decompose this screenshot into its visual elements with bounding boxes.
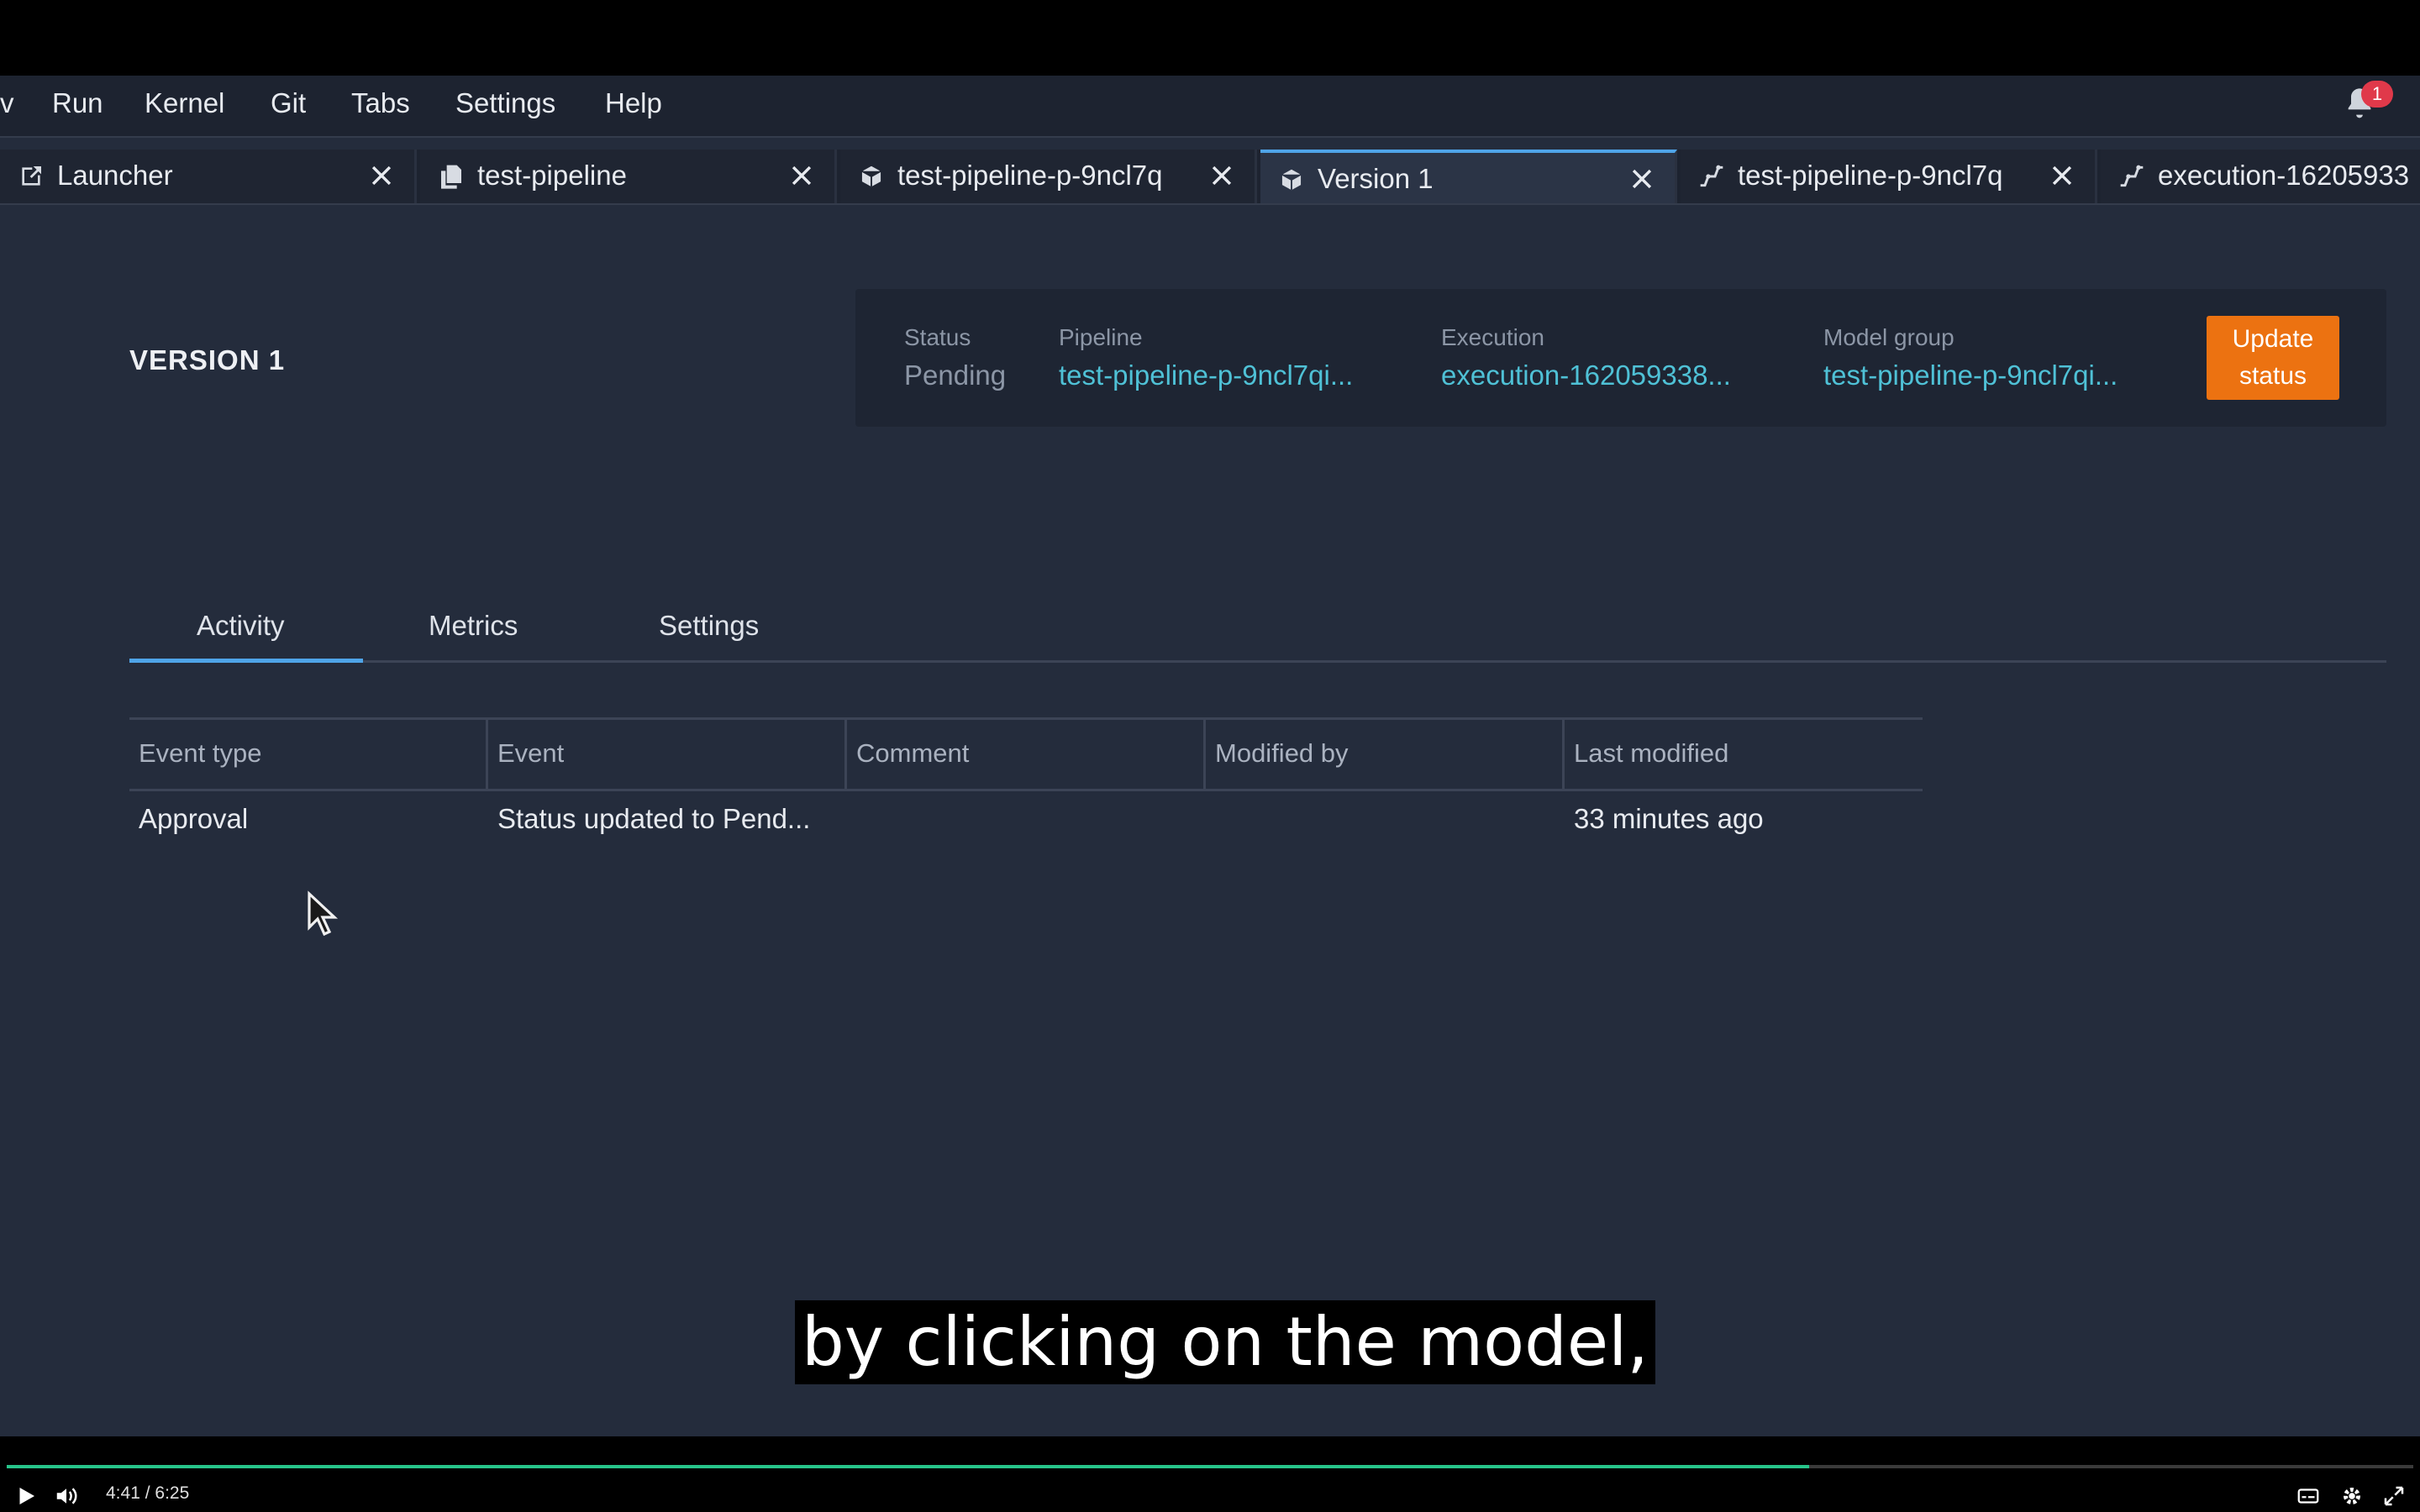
close-icon[interactable] (367, 161, 396, 190)
tab-pipeline-graph[interactable]: test-pipeline-p-9ncl7q (1681, 150, 2097, 203)
time-separator: / (145, 1483, 150, 1503)
menu-settings[interactable]: Settings (455, 87, 555, 119)
fullscreen-icon[interactable] (2381, 1483, 2407, 1509)
cell-last-modified: 33 minutes ago (1574, 803, 1764, 834)
execution-link[interactable]: execution-162059338... (1441, 360, 1731, 391)
column-header-last-modified[interactable]: Last modified (1574, 738, 1728, 769)
launcher-icon (22, 166, 41, 186)
video-progress-fill (7, 1465, 1810, 1468)
duration: 6:25 (155, 1483, 190, 1503)
menu-bar: v Run Kernel Git Tabs Settings Help 1 (0, 76, 2420, 138)
close-icon[interactable] (787, 161, 816, 190)
notification-badge: 1 (2361, 81, 2393, 108)
active-tab-indicator (129, 659, 363, 663)
cube-icon (860, 164, 882, 189)
execution-label: Execution (1441, 324, 1544, 350)
tab-settings[interactable]: Settings (659, 610, 759, 642)
model-group-link[interactable]: test-pipeline-p-9ncl7qi... (1823, 360, 2118, 391)
tab-label: test-pipeline-p-9ncl7q (1738, 160, 2003, 191)
app-window: v Run Kernel Git Tabs Settings Help 1 La… (0, 76, 2420, 1436)
tab-label: execution-16205933 (2158, 160, 2410, 191)
tab-label: test-pipeline-p-9ncl7q (897, 160, 1163, 191)
captions-icon[interactable] (2296, 1483, 2321, 1509)
volume-icon[interactable] (54, 1483, 79, 1509)
column-header-event-type[interactable]: Event type (139, 738, 261, 769)
tab-activity[interactable]: Activity (197, 610, 285, 642)
column-divider[interactable] (1203, 720, 1206, 789)
cell-event: Status updated to Pend... (497, 803, 811, 834)
menu-run[interactable]: Run (52, 87, 103, 119)
tab-version-1[interactable]: Version 1 (1260, 150, 1677, 203)
version-summary-panel: Status Pending Pipeline test-pipeline-p-… (855, 289, 2386, 427)
update-status-button[interactable]: Update status (2207, 316, 2339, 400)
tab-launcher[interactable]: Launcher (0, 150, 417, 203)
column-header-comment[interactable]: Comment (856, 738, 969, 769)
pipeline-link[interactable]: test-pipeline-p-9ncl7qi... (1059, 360, 1353, 391)
close-icon[interactable] (2048, 161, 2076, 190)
tab-label: test-pipeline (477, 160, 627, 191)
play-icon[interactable] (13, 1483, 39, 1509)
tab-label: Version 1 (1318, 163, 1434, 194)
pipeline-label: Pipeline (1059, 324, 1143, 350)
menu-help[interactable]: Help (605, 87, 662, 119)
gear-icon[interactable] (2339, 1483, 2365, 1509)
notifications-button[interactable]: 1 (2343, 81, 2393, 126)
tab-model-package[interactable]: test-pipeline-p-9ncl7q (840, 150, 1257, 203)
tab-test-pipeline[interactable]: test-pipeline (420, 150, 837, 203)
pipeline-icon (2120, 165, 2144, 187)
tab-execution[interactable]: execution-16205933 (2101, 150, 2420, 203)
status-label: Status (904, 324, 971, 350)
close-icon[interactable] (1628, 165, 1656, 193)
close-icon[interactable] (1207, 161, 1236, 190)
column-divider[interactable] (1562, 720, 1565, 789)
tab-bar: Launcher test-pipeline test-pipeline-p-9… (0, 150, 2420, 205)
pipeline-icon (1700, 165, 1723, 187)
model-group-label: Model group (1823, 324, 1954, 350)
page-title: VERSION 1 (129, 344, 286, 375)
column-header-modified-by[interactable]: Modified by (1215, 738, 1349, 769)
column-header-event[interactable]: Event (497, 738, 564, 769)
table-header: Event type Event Comment Modified by Las… (129, 717, 1923, 791)
cube-icon (1281, 167, 1302, 192)
detail-tabs: Activity Metrics Settings (129, 596, 2386, 663)
video-progress-bar[interactable] (7, 1465, 2413, 1468)
current-time: 4:41 (106, 1483, 140, 1503)
video-time: 4:41 / 6:25 (106, 1483, 189, 1504)
column-divider[interactable] (486, 720, 488, 789)
tab-metrics[interactable]: Metrics (429, 610, 518, 642)
tab-label: Launcher (57, 160, 173, 191)
status-value: Pending (904, 360, 1007, 391)
menu-view[interactable]: v (0, 87, 14, 119)
menu-git[interactable]: Git (271, 87, 306, 119)
pages-icon (441, 165, 461, 189)
menu-kernel[interactable]: Kernel (145, 87, 224, 119)
video-controls: 4:41 / 6:25 (0, 1436, 2420, 1512)
cell-event-type: Approval (139, 803, 249, 834)
menu-tabs[interactable]: Tabs (351, 87, 410, 119)
column-divider[interactable] (844, 720, 847, 789)
mouse-cursor-icon (308, 890, 339, 937)
video-subtitle: by clicking on the model, (795, 1300, 1655, 1384)
